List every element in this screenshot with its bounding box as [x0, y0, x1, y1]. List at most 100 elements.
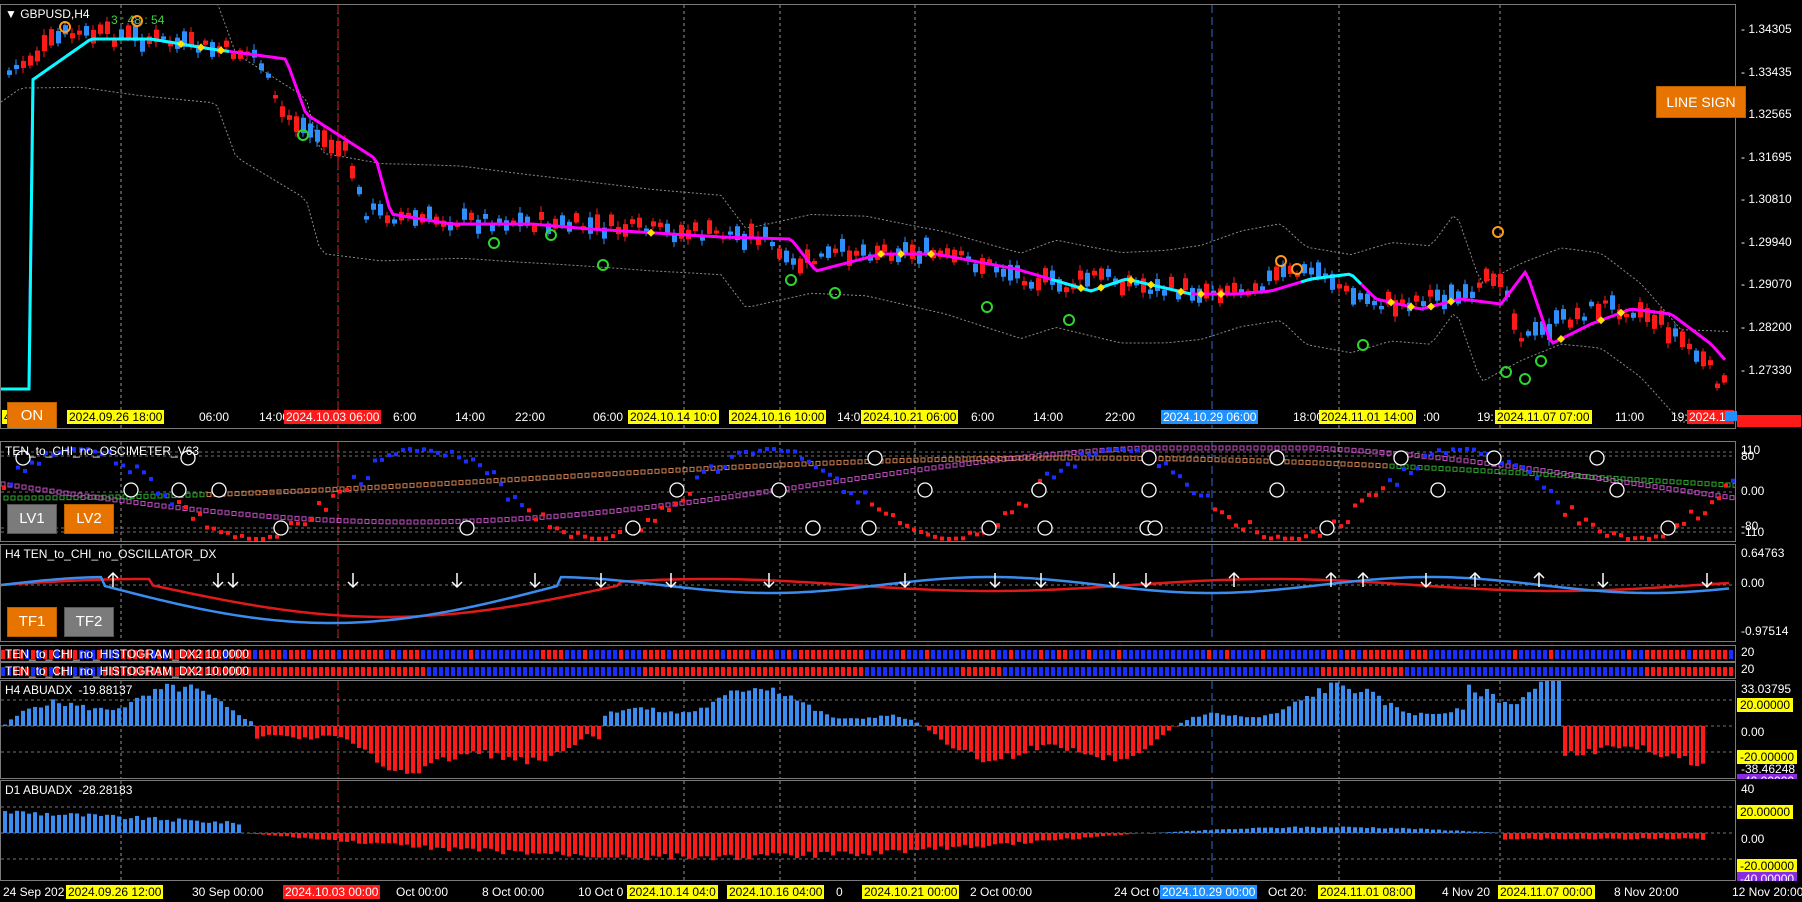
adx-bar [699, 833, 703, 857]
adx-bar [1695, 833, 1699, 839]
histogram-cell [1669, 667, 1673, 676]
price-chart-canvas[interactable] [1, 5, 1736, 429]
lv2-button[interactable]: LV2 [64, 504, 114, 534]
histogram-cell [1123, 667, 1127, 676]
adx-bar [117, 708, 121, 726]
osc-fast-dot [1228, 457, 1234, 463]
osc-fast-dot [1655, 478, 1661, 484]
tf2-button[interactable]: TF2 [64, 607, 114, 637]
osc-slow-dot [301, 516, 307, 522]
adx-bar [525, 833, 529, 855]
adx-bar [1377, 828, 1381, 833]
histogram-cell [985, 667, 989, 676]
histogram-cell [793, 650, 797, 659]
osc-signal-dot [590, 536, 594, 541]
osc-fast-dot [1697, 480, 1703, 486]
histogram-cell [1201, 667, 1205, 676]
histogram-cell [1387, 650, 1391, 659]
histogram-cell [343, 650, 347, 659]
adx-bar [525, 726, 529, 765]
histogram-cell [1615, 667, 1619, 676]
oscillator-dx-pane[interactable]: H4 TEN_to_CHI_no_OSCILLATOR_DX TF1 TF2 [0, 544, 1736, 642]
adx-bar [705, 833, 709, 857]
histogram-cell [817, 650, 821, 659]
adx-bar [147, 817, 151, 833]
adx-bar [1101, 833, 1105, 837]
histogram-cell [949, 667, 953, 676]
adx-bar [1545, 681, 1549, 726]
osc-fast-dot [822, 460, 828, 466]
osc-signal-dot [884, 511, 888, 516]
osc-fast-dot [1298, 459, 1304, 465]
adx-bar [1197, 830, 1201, 833]
adx-bar [51, 815, 55, 833]
osc-fast-dot [535, 475, 541, 481]
histogram-cell [493, 667, 497, 676]
on-button[interactable]: ON [7, 402, 57, 428]
adx-bar [1119, 726, 1123, 760]
d1-abuadx-pane[interactable]: D1 ABUADX -28.28183 [0, 780, 1736, 881]
h4-abuadx-pane[interactable]: H4 ABUADX -19.88137 [0, 680, 1736, 779]
osc-fast-dot [1361, 462, 1367, 468]
tf1-button[interactable]: TF1 [7, 607, 57, 637]
adx-bar [741, 833, 745, 859]
oscillator-dx-canvas [1, 545, 1735, 641]
candle-body [343, 141, 348, 151]
osc-signal-dot [821, 468, 825, 473]
histogram-cell [1159, 667, 1163, 676]
adx-bar [495, 833, 499, 852]
osc-slow-dot [861, 475, 867, 481]
candle-body [1484, 268, 1489, 282]
histogram-cell [1501, 650, 1505, 659]
osc-fast-dot [1459, 467, 1465, 473]
adx-bar [723, 833, 727, 856]
adx-bar [477, 833, 481, 852]
candle-body [105, 21, 110, 35]
histogram-cell [619, 650, 623, 659]
adx-bar [441, 726, 445, 758]
adx-bar [1533, 833, 1537, 839]
osc-slow-dot [735, 493, 741, 499]
adx-bar [555, 726, 559, 753]
osc-fast-dot [206, 492, 212, 498]
histogram-cell [577, 667, 581, 676]
candle-body [14, 64, 19, 70]
osc-fast-dot [1095, 455, 1101, 461]
osc-fast-dot [1214, 457, 1220, 463]
osc-signal-dot [730, 454, 734, 459]
candle-body [1099, 268, 1104, 280]
d1-abuadx-title: D1 ABUADX -28.28183 [5, 783, 133, 797]
osc-slow-dot [637, 505, 643, 511]
histogram-cell [1399, 667, 1403, 676]
osc-signal-dot [128, 470, 132, 475]
line-sign-button[interactable]: LINE SIGN [1656, 86, 1746, 118]
histogram-cell [295, 667, 299, 676]
histogram-cell [547, 667, 551, 676]
lv1-button[interactable]: LV1 [7, 504, 57, 534]
candle-body [651, 221, 656, 227]
main-chart-pane[interactable]: ▼ GBPUSD,H4 3 : 48 : 54 ON 4 02:002024.0… [0, 4, 1736, 429]
main-time-label: 2024.10.14 10:0 [628, 410, 719, 424]
adx-bar [105, 814, 109, 833]
oscimeter-pane[interactable]: TEN_to_CHI_no_OSCIMETER_V63 LV1 LV2 [0, 441, 1736, 542]
adx-bar [1047, 833, 1051, 841]
osc-fast-dot [409, 482, 415, 488]
osc-fast-dot [1179, 456, 1185, 462]
histogram-cell [1075, 667, 1079, 676]
osc-fast-dot [1242, 457, 1248, 463]
histogram-cell [445, 650, 449, 659]
osc-fast-dot [801, 461, 807, 467]
osc-signal-dot [835, 476, 839, 481]
osc-slow-dot [1666, 486, 1672, 492]
histogram-cell [679, 650, 683, 659]
osc-fast-dot [1319, 460, 1325, 466]
histogram-cell [1189, 650, 1193, 659]
histogram-cell [1081, 667, 1085, 676]
candle-body [1708, 360, 1713, 366]
osc-signal-dot [317, 501, 321, 506]
histogram-cell [1441, 650, 1445, 659]
osc-slow-dot [259, 513, 265, 519]
histogram-cell [1279, 650, 1283, 659]
osc-slow-dot [126, 499, 132, 505]
adx-bar [1125, 726, 1129, 759]
